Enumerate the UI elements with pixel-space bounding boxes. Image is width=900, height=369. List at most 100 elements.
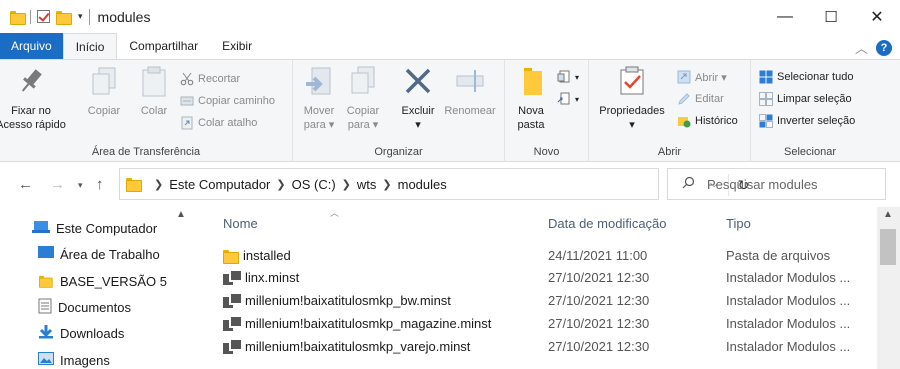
sidebar-item-downloads[interactable]: Downloads xyxy=(38,322,124,344)
new-group-label: Novo xyxy=(533,146,560,158)
minimize-button[interactable]: — xyxy=(762,0,808,33)
select-none-icon xyxy=(759,92,773,106)
open-label: Abrir ▾ xyxy=(695,71,727,84)
edit-button[interactable]: Editar xyxy=(677,90,724,108)
file-name: linx.minst xyxy=(245,270,300,285)
breadcrumb-modules[interactable]: modules xyxy=(398,177,447,192)
search-box[interactable]: Pesquisar modules xyxy=(667,168,886,200)
back-arrow-icon[interactable]: ← xyxy=(18,176,33,193)
properties-check-icon[interactable] xyxy=(37,10,50,23)
sidebar-item-label: Área de Trabalho xyxy=(60,246,160,262)
invert-selection-button[interactable]: Inverter seleção xyxy=(759,112,855,130)
recent-dropdown-icon[interactable]: ▾ xyxy=(78,180,83,191)
sidebar-item-imagens[interactable]: Imagens xyxy=(38,349,110,369)
close-button[interactable]: ✕ xyxy=(854,0,900,33)
table-row[interactable]: linx.minst 27/10/2021 12:30 Instalador M… xyxy=(197,267,877,289)
vertical-scrollbar[interactable]: ▲ xyxy=(877,207,900,369)
breadcrumb-chevron-icon[interactable]: ❯ xyxy=(342,178,351,191)
file-type: Instalador Modulos ... xyxy=(726,339,851,354)
rename-button[interactable]: Renomear xyxy=(441,64,499,118)
column-header-type[interactable]: Tipo xyxy=(726,207,751,239)
copy-path-button[interactable]: Copiar caminho xyxy=(180,92,275,110)
breadcrumb-chevron-icon[interactable]: ❯ xyxy=(276,178,285,191)
file-icon xyxy=(223,270,241,285)
breadcrumb-chevron-icon[interactable]: ❯ xyxy=(154,178,163,191)
copy-to-label: Copiar para ▾ xyxy=(346,105,380,131)
up-arrow-icon[interactable]: ↑ xyxy=(96,176,104,193)
sidebar-item-este-computador[interactable]: Este Computador xyxy=(32,217,157,239)
collapse-ribbon-icon[interactable]: ︿ xyxy=(855,38,868,57)
new-item-button[interactable]: ▾ xyxy=(557,68,579,86)
sidebar-scroll-up-icon[interactable]: ▲ xyxy=(176,209,186,220)
new-folder-icon[interactable] xyxy=(56,10,72,25)
properties-button[interactable]: Propriedades ▾ xyxy=(595,64,669,132)
file-type: Instalador Modulos ... xyxy=(726,316,851,331)
desktop-icon xyxy=(38,246,54,262)
pin-quick-access-button[interactable]: Fixar no Acesso rápido xyxy=(0,64,66,132)
invert-selection-icon xyxy=(759,114,773,128)
copy-to-button[interactable]: Copiar para ▾ xyxy=(343,64,383,132)
file-name: millenium!baixatitulosmkp_varejo.minst xyxy=(245,339,471,354)
copy-to-icon xyxy=(346,64,380,98)
paste-shortcut-label: Colar atalho xyxy=(198,117,258,129)
delete-label: Excluir ▾ xyxy=(401,105,435,131)
column-header-name[interactable]: Nome xyxy=(223,207,258,239)
sidebar-item-base-versao-5[interactable]: BASE_VERSÃO 5 xyxy=(38,270,167,292)
breadcrumb-chevron-icon[interactable]: ❯ xyxy=(382,178,391,191)
breadcrumb-os-c[interactable]: OS (C:) xyxy=(292,177,336,192)
paste-button[interactable]: Colar xyxy=(134,64,174,118)
paste-shortcut-button[interactable]: Colar atalho xyxy=(180,114,257,132)
paste-icon xyxy=(137,64,171,98)
easy-access-button[interactable]: ▾ xyxy=(557,90,579,108)
tab-exibir[interactable]: Exibir xyxy=(210,33,264,59)
breadcrumb-este-computador[interactable]: Este Computador xyxy=(169,177,270,192)
scrollbar-thumb[interactable] xyxy=(880,229,896,265)
select-none-button[interactable]: Limpar seleção xyxy=(759,90,852,108)
new-folder-button[interactable]: Nova pasta xyxy=(511,64,551,132)
table-row[interactable]: installed 24/11/2021 11:00 Pasta de arqu… xyxy=(197,245,877,267)
copy-button[interactable]: Copiar xyxy=(84,64,124,118)
group-select: Selecionar tudo Limpar seleção Inverter … xyxy=(751,60,869,162)
column-header-date[interactable]: Data de modificação xyxy=(548,207,667,239)
file-name-cell: installed xyxy=(223,248,291,264)
move-to-icon xyxy=(302,64,336,98)
file-type: Instalador Modulos ... xyxy=(726,270,851,285)
new-item-icon xyxy=(557,70,571,84)
delete-button[interactable]: Excluir ▾ xyxy=(397,64,439,132)
tab-arquivo[interactable]: Arquivo xyxy=(0,33,63,59)
maximize-button[interactable]: ☐ xyxy=(808,0,854,33)
tab-compartilhar[interactable]: Compartilhar xyxy=(117,33,210,59)
open-button[interactable]: Abrir ▾ xyxy=(677,68,727,86)
cut-button[interactable]: Recortar xyxy=(180,70,240,88)
help-icon[interactable]: ? xyxy=(876,39,892,56)
customize-toolbar-dropdown[interactable]: ▾ xyxy=(78,11,83,22)
history-button[interactable]: Histórico xyxy=(677,112,738,130)
new-folder-label: Nova pasta xyxy=(517,105,545,131)
forward-arrow-icon[interactable]: → xyxy=(50,176,65,193)
sidebar-item-label: Documentos xyxy=(58,299,131,315)
sidebar-item-documentos[interactable]: Documentos xyxy=(38,296,131,318)
table-row[interactable]: millenium!baixatitulosmkp_varejo.minst 2… xyxy=(197,336,877,358)
sidebar-item-area-de-trabalho[interactable]: Área de Trabalho xyxy=(38,243,160,265)
move-to-button[interactable]: Mover para ▾ xyxy=(299,64,339,132)
scroll-up-icon[interactable]: ▲ xyxy=(883,209,893,220)
download-arrow-icon xyxy=(38,324,54,342)
table-row[interactable]: millenium!baixatitulosmkp_magazine.minst… xyxy=(197,313,877,335)
window-title: modules xyxy=(88,8,150,25)
move-to-label: Mover para ▾ xyxy=(303,105,335,131)
tab-inicio[interactable]: Início xyxy=(62,33,118,59)
invert-selection-label: Inverter seleção xyxy=(777,115,856,127)
table-row[interactable]: millenium!baixatitulosmkp_bw.minst 27/10… xyxy=(197,290,877,312)
copy-path-label: Copiar caminho xyxy=(198,95,276,107)
ribbon-tabs: Arquivo Início Compartilhar Exibir ︿ ? xyxy=(0,33,900,59)
history-label: Histórico xyxy=(695,115,738,127)
paste-shortcut-icon xyxy=(180,116,194,130)
breadcrumb-wts[interactable]: wts xyxy=(357,177,377,192)
address-bar[interactable]: ❯ Este Computador ❯ OS (C:) ❯ wts ❯ modu… xyxy=(119,168,749,200)
select-all-button[interactable]: Selecionar tudo xyxy=(759,68,853,86)
sort-ascending-icon: ︿ xyxy=(330,208,340,218)
file-icon xyxy=(223,293,241,308)
sidebar-item-label: Downloads xyxy=(60,325,125,341)
ribbon-options: ︿ ? xyxy=(855,38,892,57)
folder-icon[interactable] xyxy=(10,10,26,25)
